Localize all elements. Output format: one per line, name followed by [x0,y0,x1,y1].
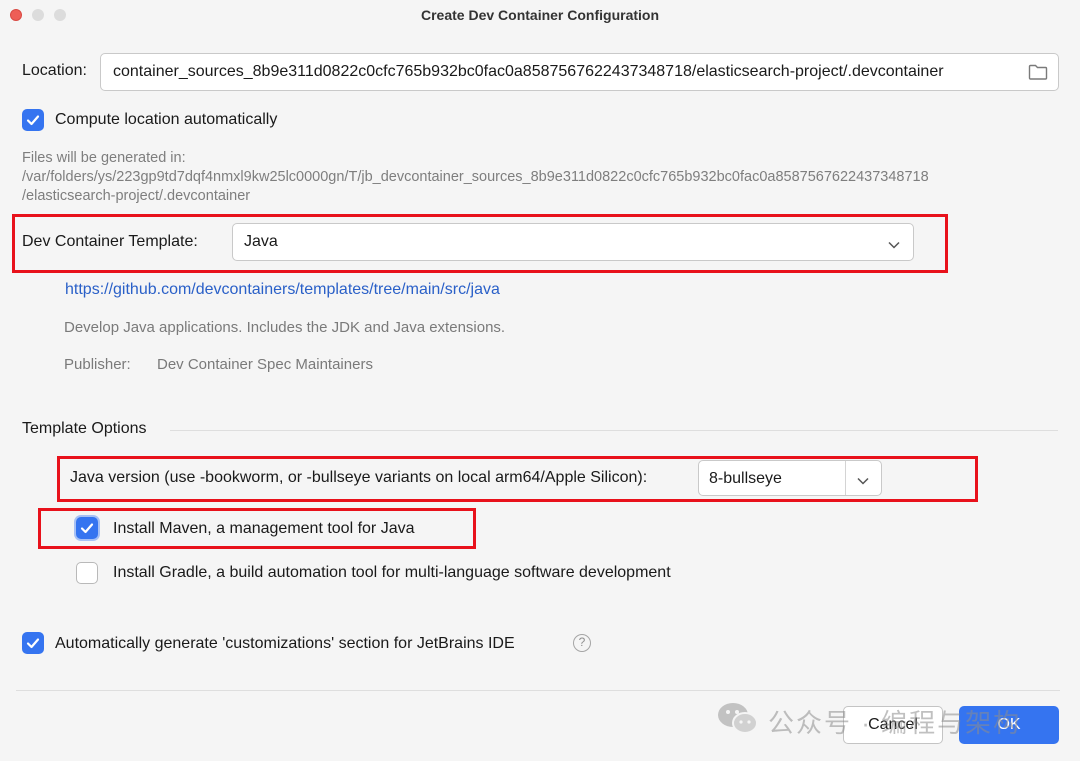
install-gradle-label: Install Gradle, a build automation tool … [113,564,671,581]
annotation-template [12,214,948,273]
compute-location-checkbox[interactable] [22,109,44,131]
watermark-text: 公众号 · 编程与架构 [768,708,1022,738]
location-value: container_sources_8b9e311d0822c0cfc765b9… [113,63,944,80]
files-hint-path-end: /elasticsearch-project/.devcontainer [22,188,251,204]
files-hint-path: /var/folders/ys/223gp9td7dqf4nmxl9kw25lc… [22,169,929,185]
section-separator [170,430,1058,431]
checkmark-icon [26,638,40,649]
annotation-maven [38,508,476,549]
install-gradle-checkbox[interactable] [76,562,98,584]
files-hint-line1: Files will be generated in: [22,150,186,166]
location-field[interactable]: container_sources_8b9e311d0822c0cfc765b9… [100,53,1059,91]
location-label: Location: [22,62,87,79]
title-bar: Create Dev Container Configuration [0,0,1080,30]
folder-icon[interactable] [1028,63,1048,81]
publisher-label: Publisher: [64,356,131,373]
template-options-heading: Template Options [22,420,147,437]
wechat-logo-icon [716,701,760,740]
template-description: Develop Java applications. Includes the … [64,319,506,336]
publisher-value: Dev Container Spec Maintainers [157,356,373,373]
footer-separator [16,690,1060,691]
window-title: Create Dev Container Configuration [420,7,660,23]
customizations-label: Automatically generate 'customizations' … [55,635,515,652]
annotation-java-version [57,456,978,502]
template-url-link[interactable]: https://github.com/devcontainers/templat… [65,281,500,299]
compute-location-label: Compute location automatically [55,111,278,128]
customizations-checkbox[interactable] [22,632,44,654]
help-icon[interactable]: ? [573,634,591,652]
checkmark-icon [26,115,40,126]
